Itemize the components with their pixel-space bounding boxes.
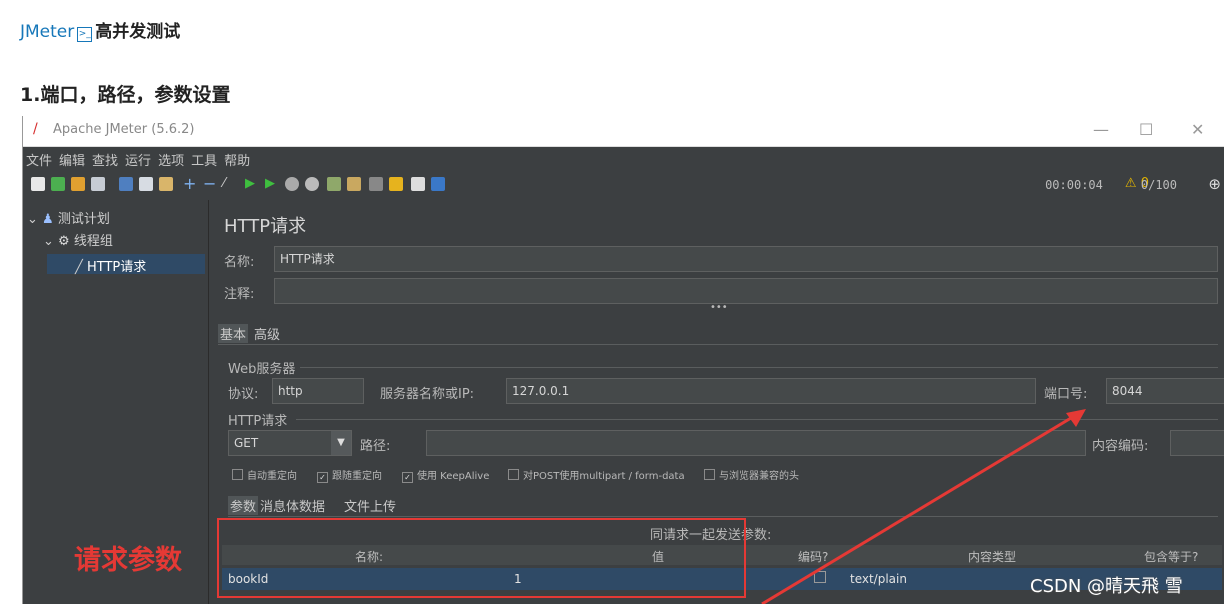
open-icon[interactable] [71,177,85,191]
menu-tools[interactable]: 工具 [191,150,217,169]
breadcrumb-title: 高并发测试 [95,22,181,42]
protocol-label: 协议: [228,387,259,402]
tree-item-http-request[interactable]: ╱ HTTP请求 [75,256,146,275]
new-icon[interactable] [31,177,45,191]
copy-icon[interactable] [139,177,153,191]
protocol-field[interactable]: http [272,378,364,404]
tab-parameters[interactable]: 参数 [228,496,259,515]
checkbox-icon [232,469,243,480]
checkmark-icon: ✓ [402,472,413,483]
pen-icon: ╱ [75,260,83,275]
comment-label: 注释: [224,287,255,302]
start-icon[interactable]: ▶ [245,176,255,191]
http-request-group: HTTP请求 [228,414,288,429]
stop-icon[interactable] [285,177,299,191]
timer: 00:00:04 0/100 [1045,178,1177,192]
feather-icon: / [33,121,38,137]
save-icon[interactable] [91,177,105,191]
remote-icon[interactable]: ⊕ [1208,175,1221,193]
checkbox-icon [704,469,715,480]
path-label: 路径: [360,439,391,454]
checkmark-icon: ✓ [317,472,328,483]
encoding-label: 内容编码: [1092,439,1149,454]
menu-options[interactable]: 选项 [158,150,184,169]
function-helper-icon[interactable] [411,177,425,191]
watermark: CSDN @晴天飛 雪 [1030,576,1183,597]
tree-label: 测试计划 [57,212,110,227]
follow-redirects-checkbox[interactable]: ✓ 跟随重定向 [317,467,382,483]
multipart-checkbox[interactable]: 对POST使用multipart / form-data [508,467,685,482]
web-server-group: Web服务器 [228,362,296,377]
reset-search-icon[interactable] [389,177,403,191]
name-field[interactable]: HTTP请求 [274,246,1218,272]
keepalive-checkbox[interactable]: ✓ 使用 KeepAlive [402,467,489,483]
title-bar: / Apache JMeter (5.6.2) — ☐ ✕ [23,116,1224,147]
minimize-icon[interactable]: — [1093,120,1109,139]
method-value: GET [234,436,259,450]
column-header-include-equals[interactable]: 包含等于? [1144,548,1198,565]
port-field[interactable]: 8044 [1106,378,1224,404]
tab-divider [218,344,1218,345]
tree-label: HTTP请求 [86,260,147,275]
annotation-label: 请求参数 [74,545,182,576]
terminal-icon: >_ [77,27,93,42]
encoding-field[interactable] [1170,430,1224,456]
tree-item-thread-group[interactable]: ⌄ ⚙ 线程组 [43,230,113,249]
paste-icon[interactable] [159,177,173,191]
menu-help[interactable]: 帮助 [224,150,250,169]
tab-advanced[interactable]: 高级 [254,324,280,343]
menu-run[interactable]: 运行 [125,150,151,169]
window-title: Apache JMeter (5.6.2) [53,122,195,137]
thread-count: 0/100 [1140,178,1177,192]
expand-icon[interactable]: + [183,174,196,193]
chevron-down-icon: ▼ [331,431,351,455]
tab-file-upload[interactable]: 文件上传 [344,496,396,515]
section-title: 1.端口，路径，参数设置 [20,84,231,106]
splitter-handle[interactable]: ••• [710,302,728,313]
timer-value: 00:00:04 [1045,178,1103,192]
server-field[interactable]: 127.0.0.1 [506,378,1036,404]
tab-body-data[interactable]: 消息体数据 [260,496,325,515]
tree-label: 线程组 [73,234,113,249]
checkbox-icon [508,469,519,480]
templates-icon[interactable] [51,177,65,191]
gear-icon: ⚙ [58,234,70,249]
group-divider [300,367,1218,368]
clear-all-icon[interactable] [347,177,361,191]
params-highlight-box [217,518,746,598]
checkbox-label: 跟随重定向 [332,471,382,482]
close-icon[interactable]: ✕ [1191,120,1204,139]
method-select[interactable]: GET ▼ [228,430,352,456]
menu-edit[interactable]: 编辑 [59,150,85,169]
panel-heading: HTTP请求 [224,216,307,237]
breadcrumb: JMeter >_ 高并发测试 [20,17,180,42]
flask-icon: ♟ [42,212,54,227]
checkbox-label: 自动重定向 [247,471,297,482]
clear-icon[interactable] [327,177,341,191]
cut-icon[interactable] [119,177,133,191]
shutdown-icon[interactable] [305,177,319,191]
name-label: 名称: [224,255,255,270]
port-label: 端口号: [1044,387,1088,402]
help-icon[interactable] [431,177,445,191]
menu-search[interactable]: 查找 [92,150,118,169]
tree-item-test-plan[interactable]: ⌄ ♟ 测试计划 [27,208,110,227]
checkbox-label: 对POST使用multipart / form-data [523,471,685,482]
toolbar: + − ⁄ ▶ ▶ ⚠ 0 00:00:04 0/100 ⊕ [23,172,1224,198]
tab-basic[interactable]: 基本 [218,324,249,343]
menu-bar: 文件 编辑 查找 运行 选项 工具 帮助 [23,147,1224,171]
auto-redirect-checkbox[interactable]: 自动重定向 [232,467,297,482]
search-icon[interactable] [369,177,383,191]
breadcrumb-link[interactable]: JMeter [20,22,74,42]
maximize-icon[interactable]: ☐ [1139,120,1153,139]
menu-file[interactable]: 文件 [26,150,52,169]
server-label: 服务器名称或IP: [380,387,475,402]
comment-field[interactable] [274,278,1218,304]
checkbox-label: 使用 KeepAlive [417,471,490,482]
collapse-icon[interactable]: − [203,174,216,193]
toggle-icon[interactable]: ⁄ [223,176,225,191]
start-no-pause-icon[interactable]: ▶ [265,176,275,191]
